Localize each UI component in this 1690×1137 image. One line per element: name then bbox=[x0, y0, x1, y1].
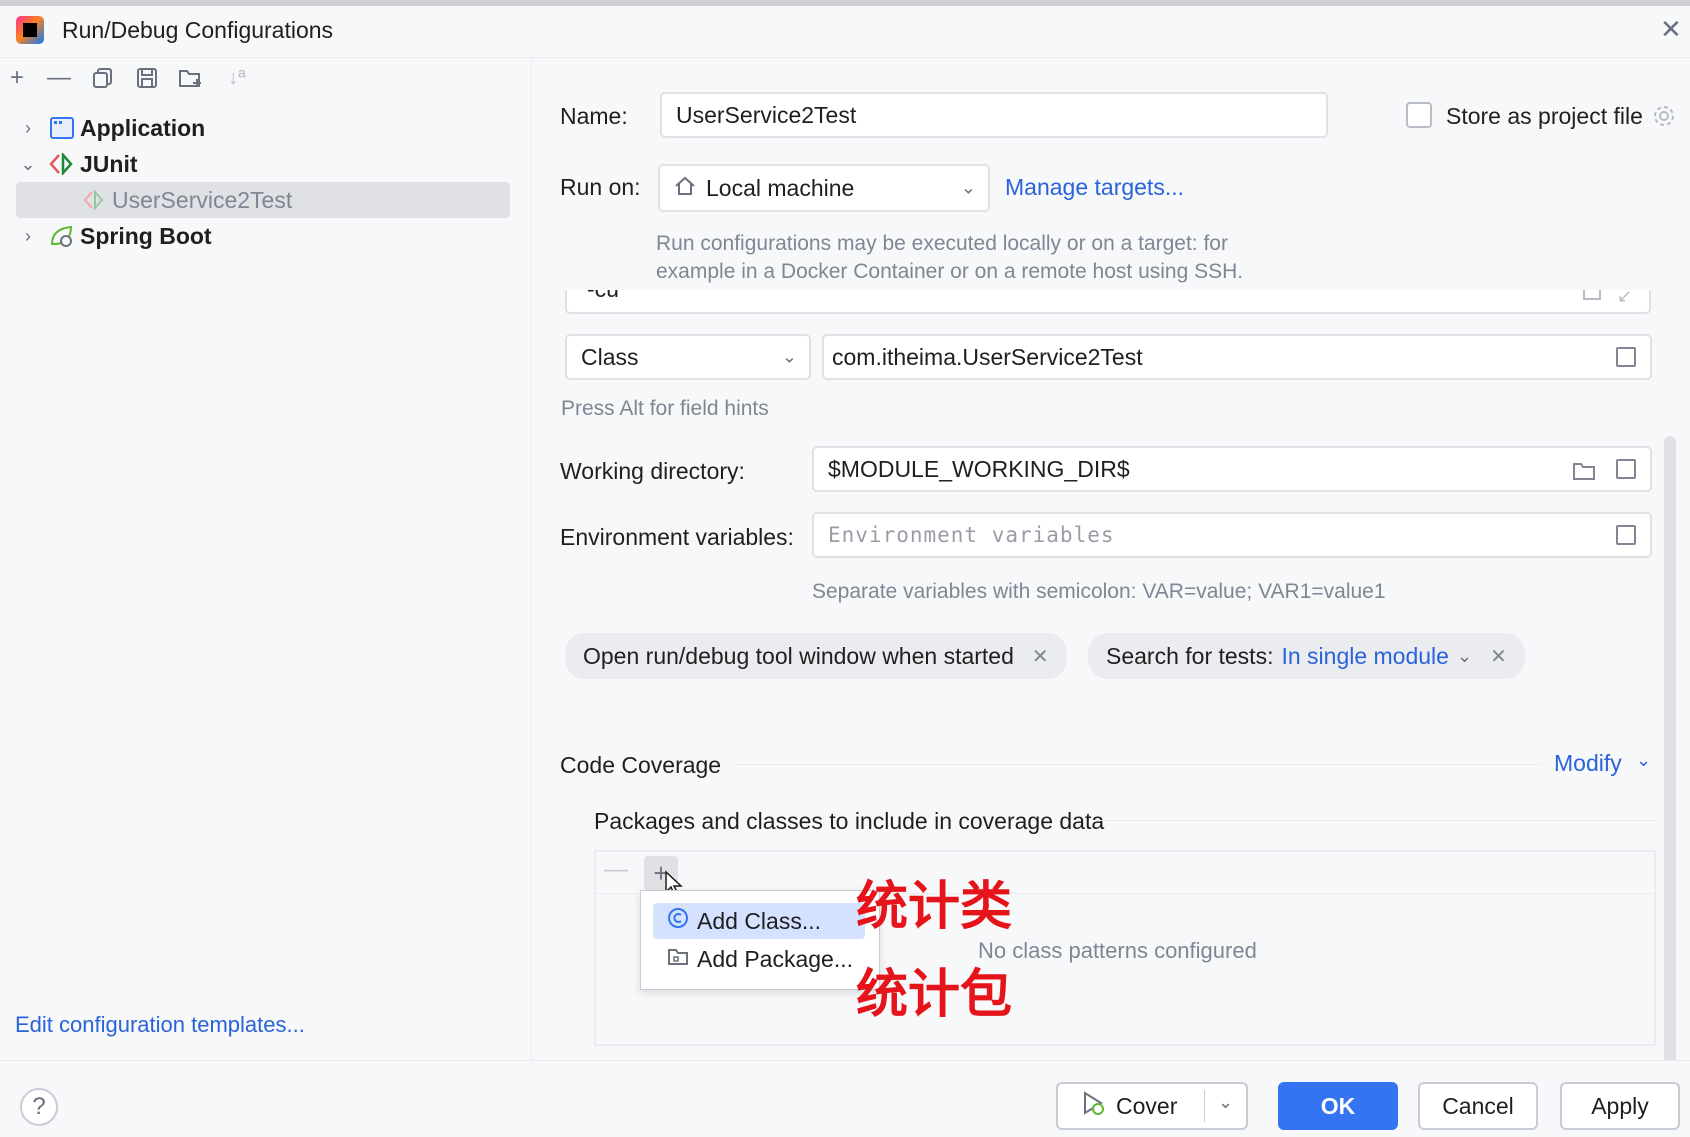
remove-chip-icon[interactable]: ✕ bbox=[1490, 644, 1507, 669]
expand-field-icon[interactable] bbox=[1616, 459, 1636, 479]
home-icon bbox=[674, 175, 696, 202]
chevron-right-icon[interactable]: › bbox=[16, 118, 40, 139]
name-input[interactable]: UserService2Test bbox=[660, 92, 1328, 138]
expand-icon[interactable] bbox=[1583, 290, 1601, 300]
working-dir-label: Working directory: bbox=[560, 458, 745, 484]
folder-icon[interactable] bbox=[1572, 460, 1596, 487]
pane-divider[interactable] bbox=[531, 58, 532, 1061]
chip-label: Search for tests: bbox=[1106, 642, 1274, 669]
tree-item-label: Application bbox=[80, 114, 206, 141]
class-annotation: 统计类 bbox=[856, 877, 1013, 937]
empty-patterns-text: No class patterns configured bbox=[978, 938, 1257, 963]
coverage-run-icon bbox=[1080, 1090, 1106, 1122]
chevron-down-icon: ⌄ bbox=[960, 177, 976, 198]
chevron-down-icon[interactable]: ⌄ bbox=[1636, 750, 1651, 771]
menu-item-label: Add Package... bbox=[697, 945, 853, 972]
help-icon[interactable]: ? bbox=[20, 1088, 58, 1126]
working-dir-value: $MODULE_WORKING_DIR$ bbox=[828, 455, 1130, 482]
remove-chip-icon[interactable]: ✕ bbox=[1032, 644, 1049, 669]
run-on-value: Local machine bbox=[706, 174, 855, 201]
class-value: com.itheima.UserService2Test bbox=[832, 343, 1143, 370]
sort-alpha-icon[interactable]: ↓ª bbox=[222, 60, 252, 96]
menu-item-label: Add Class... bbox=[697, 907, 821, 934]
section-separator bbox=[732, 764, 1542, 765]
remove-pattern-icon[interactable]: — bbox=[604, 856, 628, 884]
add-pattern-popup: Add Class... Add Package... bbox=[640, 890, 880, 990]
partial-field[interactable]: -cu ↙ bbox=[565, 290, 1651, 314]
intellij-logo-icon bbox=[16, 16, 44, 44]
tree-item-label: JUnit bbox=[80, 150, 138, 177]
packages-title: Packages and classes to include in cover… bbox=[594, 808, 1105, 834]
package-icon bbox=[667, 946, 689, 973]
class-icon bbox=[667, 907, 689, 935]
browse-class-icon[interactable] bbox=[1616, 347, 1636, 367]
cover-label: Cover bbox=[1116, 1092, 1178, 1119]
settings-gear-icon[interactable] bbox=[1652, 104, 1676, 128]
cover-button[interactable]: Cover ⌄ bbox=[1056, 1082, 1248, 1130]
search-for-tests-chip[interactable]: Search for tests: In single module ⌄ ✕ bbox=[1088, 633, 1525, 679]
env-vars-placeholder: Environment variables bbox=[828, 523, 1115, 547]
modify-options-link[interactable]: Modify bbox=[1554, 750, 1622, 777]
new-folder-icon[interactable] bbox=[176, 60, 206, 96]
run-on-hint-line1: Run configurations may be executed local… bbox=[656, 232, 1228, 255]
name-value: UserService2Test bbox=[676, 101, 857, 128]
working-dir-input[interactable]: $MODULE_WORKING_DIR$ bbox=[812, 446, 1652, 492]
window-title: Run/Debug Configurations bbox=[62, 17, 334, 43]
chevron-down-icon[interactable]: ⌄ bbox=[1457, 646, 1472, 667]
tree-item-label: Spring Boot bbox=[80, 222, 212, 249]
class-input[interactable]: com.itheima.UserService2Test bbox=[822, 334, 1652, 380]
env-vars-hint: Separate variables with semicolon: VAR=v… bbox=[812, 580, 1386, 603]
collapse-arrow-icon[interactable]: ↙ bbox=[1617, 290, 1632, 307]
apply-button[interactable]: Apply bbox=[1560, 1082, 1680, 1130]
run-on-label: Run on: bbox=[560, 174, 641, 200]
chip-label: Open run/debug tool window when started bbox=[583, 642, 1014, 669]
chevron-down-icon[interactable]: ⌄ bbox=[1218, 1092, 1233, 1113]
tree-item-application[interactable]: › Application bbox=[16, 110, 205, 146]
test-kind-combo[interactable]: Class ⌄ bbox=[565, 334, 811, 380]
subsection-separator bbox=[1100, 820, 1656, 821]
tree-toolbar: + — ↓ª bbox=[0, 60, 530, 102]
close-icon[interactable]: ✕ bbox=[1660, 14, 1682, 45]
edit-templates-link[interactable]: Edit configuration templates... bbox=[15, 1012, 305, 1038]
save-icon[interactable] bbox=[132, 60, 162, 96]
manage-targets-link[interactable]: Manage targets... bbox=[1005, 174, 1184, 201]
add-package-menu-item[interactable]: Add Package... bbox=[653, 941, 873, 977]
store-as-project-label: Store as project file bbox=[1446, 103, 1643, 129]
split-divider bbox=[1204, 1090, 1205, 1122]
search-scope-value[interactable]: In single module bbox=[1281, 643, 1449, 670]
add-class-menu-item[interactable]: Add Class... bbox=[653, 903, 865, 939]
ok-button[interactable]: OK bbox=[1278, 1082, 1398, 1130]
partial-field-text: -cu bbox=[587, 290, 619, 303]
run-on-combo[interactable]: Local machine ⌄ bbox=[658, 164, 990, 212]
chevron-down-icon: ⌄ bbox=[781, 346, 797, 367]
expand-env-icon[interactable] bbox=[1616, 525, 1636, 545]
tree-item-userservice2test[interactable]: UserService2Test bbox=[80, 182, 292, 218]
junit-icon bbox=[48, 150, 76, 178]
field-hints-text: Press Alt for field hints bbox=[561, 397, 769, 420]
cancel-button[interactable]: Cancel bbox=[1418, 1082, 1538, 1130]
plus-icon[interactable]: + bbox=[2, 60, 32, 96]
test-kind-value: Class bbox=[581, 343, 639, 370]
open-tool-window-chip[interactable]: Open run/debug tool window when started … bbox=[565, 633, 1067, 679]
tree-item-junit[interactable]: ⌄ JUnit bbox=[16, 146, 138, 182]
minus-icon[interactable]: — bbox=[44, 60, 74, 96]
env-vars-label: Environment variables: bbox=[560, 524, 794, 550]
run-on-hint-line2: example in a Docker Container or on a re… bbox=[656, 260, 1244, 283]
code-coverage-title: Code Coverage bbox=[560, 752, 722, 778]
spring-boot-icon bbox=[48, 222, 76, 250]
junit-test-icon bbox=[80, 186, 108, 214]
application-icon bbox=[48, 114, 76, 142]
form-scrollbar[interactable] bbox=[1664, 436, 1676, 1064]
package-annotation: 统计包 bbox=[856, 965, 1013, 1025]
copy-icon[interactable] bbox=[88, 60, 118, 96]
name-label: Name: bbox=[560, 103, 628, 129]
chevron-down-icon[interactable]: ⌄ bbox=[16, 154, 40, 175]
chevron-right-icon[interactable]: › bbox=[16, 226, 40, 247]
env-vars-input[interactable]: Environment variables bbox=[812, 512, 1652, 558]
tree-item-label: UserService2Test bbox=[112, 186, 293, 213]
store-as-project-checkbox[interactable] bbox=[1406, 102, 1432, 128]
tree-item-spring-boot[interactable]: › Spring Boot bbox=[16, 218, 212, 254]
